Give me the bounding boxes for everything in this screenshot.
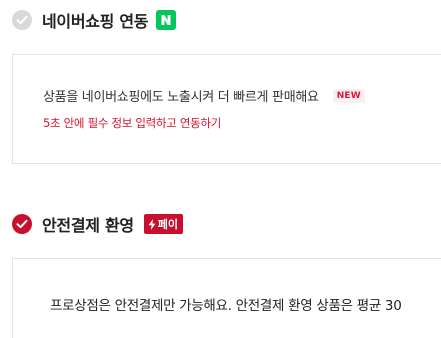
safe-payment-check-icon[interactable] — [12, 214, 32, 234]
pay-badge: 페이 — [143, 214, 184, 234]
naver-n-icon — [156, 10, 177, 30]
naver-shopping-box: 상품을 네이버쇼핑에도 노출시켜 더 빠르게 판매해요 NEW 5초 안에 필수… — [12, 54, 441, 164]
naver-shopping-description-row: 상품을 네이버쇼핑에도 노출시켜 더 빠르게 판매해요 NEW — [43, 86, 365, 105]
naver-shopping-connect-link[interactable]: 5초 안에 필수 정보 입력하고 연동하기 — [43, 115, 221, 131]
safe-payment-description: 프로상점은 안전결제만 가능해요. 안전결제 환영 상품은 평균 30 — [50, 298, 402, 314]
safe-payment-title: 안전결제 환영 — [42, 216, 134, 235]
pay-badge-label: 페이 — [157, 218, 179, 231]
naver-shopping-check-icon[interactable] — [12, 10, 32, 30]
new-badge: NEW — [332, 88, 365, 103]
safe-payment-header: 안전결제 환영 페이 — [12, 212, 184, 236]
naver-shopping-header: 네이버쇼핑 연동 — [12, 8, 177, 32]
lightning-icon — [148, 218, 156, 230]
safe-payment-box: 프로상점은 안전결제만 가능해요. 안전결제 환영 상품은 평균 30 — [12, 258, 441, 338]
naver-shopping-title: 네이버쇼핑 연동 — [42, 12, 149, 31]
naver-shopping-description: 상품을 네이버쇼핑에도 노출시켜 더 빠르게 판매해요 — [43, 90, 319, 105]
